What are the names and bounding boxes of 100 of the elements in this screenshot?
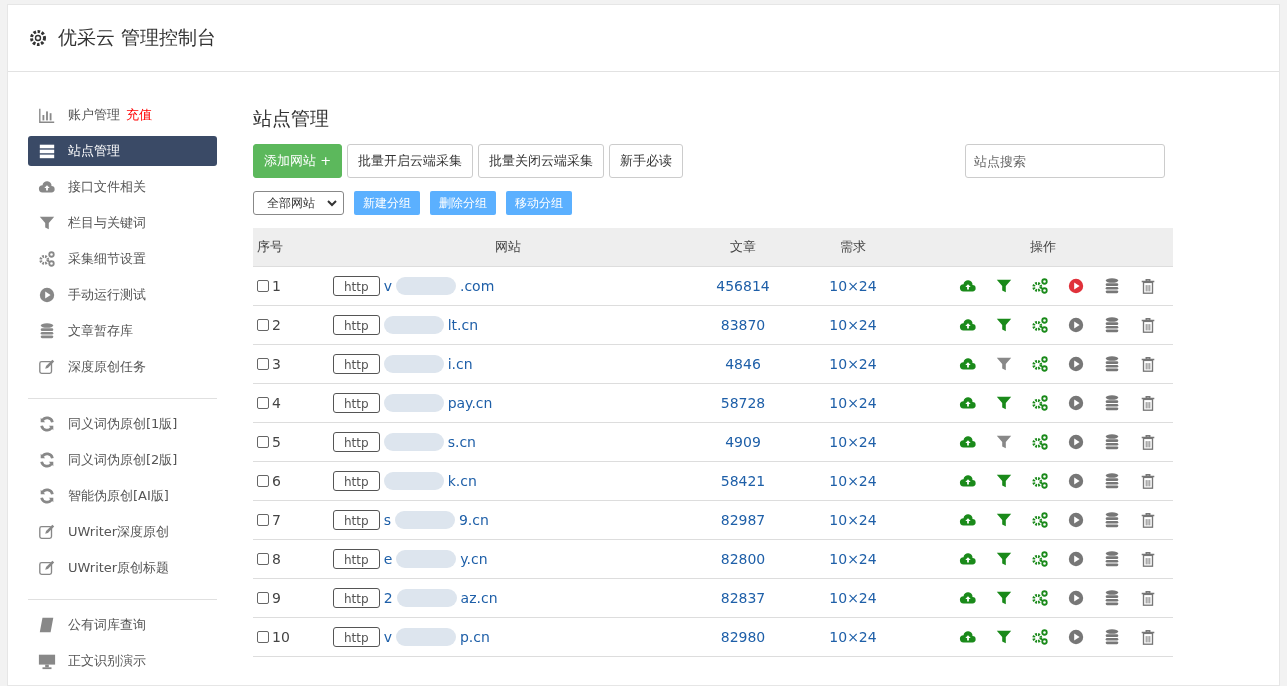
demand-value: 10×24 — [828, 590, 878, 606]
row-number: 9 — [272, 590, 281, 606]
scheme-tag: http — [333, 432, 380, 452]
article-count: 456814 — [715, 278, 771, 294]
site-text[interactable]: k.cn — [447, 473, 477, 489]
database-icon — [1103, 589, 1121, 607]
row-checkbox[interactable] — [257, 592, 269, 604]
row-checkbox[interactable] — [257, 631, 269, 643]
article-count: 83870 — [719, 317, 767, 333]
gears-icon — [1031, 394, 1049, 412]
trash-icon — [1139, 589, 1157, 607]
row-checkbox[interactable] — [257, 514, 269, 526]
gears-icon — [1031, 277, 1049, 295]
row-number: 6 — [272, 473, 281, 489]
row-number: 5 — [272, 434, 281, 450]
toolbar-button[interactable]: 新手必读 — [609, 144, 684, 178]
gears-icon — [1031, 316, 1049, 334]
sidebar-item[interactable]: 智能伪原创[AI版] — [28, 481, 217, 511]
trash-icon — [1139, 277, 1157, 295]
edit-icon — [38, 559, 56, 577]
sidebar-item[interactable]: 采集细节设置 — [28, 244, 217, 274]
filter-icon — [995, 433, 1013, 451]
site-text[interactable]: y.cn — [460, 551, 488, 567]
row-checkbox[interactable] — [257, 553, 269, 565]
scheme-tag: http — [333, 588, 380, 608]
edit-icon — [38, 358, 56, 376]
row-checkbox[interactable] — [257, 280, 269, 292]
play-icon — [1067, 472, 1085, 490]
sidebar-item[interactable]: 文章暂存库 — [28, 316, 217, 346]
site-text: v — [383, 278, 392, 294]
database-icon — [1103, 472, 1121, 490]
filter-icon — [995, 628, 1013, 646]
gears-icon — [1031, 550, 1049, 568]
filter-icon — [995, 355, 1013, 373]
row-number: 7 — [272, 512, 281, 528]
filter-icon — [38, 214, 56, 232]
play-icon — [1067, 511, 1085, 529]
trash-icon — [1139, 628, 1157, 646]
demand-value: 10×24 — [828, 395, 878, 411]
scheme-tag: http — [333, 510, 380, 530]
trash-icon — [1139, 316, 1157, 334]
sidebar-label: 深度原创任务 — [68, 358, 146, 376]
sidebar-item[interactable]: 同义词伪原创[2版] — [28, 445, 217, 475]
monitor-icon — [38, 652, 56, 670]
sidebar-item[interactable]: 正文识别演示 — [28, 646, 217, 676]
sidebar-item[interactable]: 公有词库查询 — [28, 610, 217, 640]
article-count: 82800 — [719, 551, 767, 567]
gears-icon — [38, 250, 56, 268]
site-text[interactable]: .com — [459, 278, 495, 294]
scheme-tag: http — [333, 549, 380, 569]
site-text[interactable]: p.cn — [459, 629, 490, 645]
site-text[interactable]: az.cn — [460, 590, 498, 606]
column-header: 网站 — [494, 238, 522, 256]
blurred-text — [383, 355, 444, 373]
search-field[interactable]: 站点搜索 — [965, 144, 1165, 178]
gears-icon — [1031, 628, 1049, 646]
site-text[interactable]: s.cn — [447, 434, 476, 450]
row-checkbox[interactable] — [257, 475, 269, 487]
site-text[interactable]: 9.cn — [458, 512, 489, 528]
row-checkbox[interactable] — [257, 397, 269, 409]
sidebar-item[interactable]: 接口文件相关 — [28, 172, 217, 202]
toolbar-button[interactable]: 批量关闭云端采集 — [478, 144, 605, 178]
sidebar-item[interactable]: 手动运行测试 — [28, 280, 217, 310]
row-number: 3 — [272, 356, 281, 372]
sidebar-item[interactable]: 账户管理 充值 — [28, 100, 217, 130]
sidebar-label: 同义词伪原创[2版] — [68, 451, 178, 469]
sidebar-item[interactable]: 站点管理 — [28, 136, 217, 166]
sidebar-item[interactable]: 深度原创任务 — [28, 352, 217, 382]
trash-icon — [1139, 511, 1157, 529]
row-number: 1 — [272, 278, 281, 294]
sidebar-item[interactable]: 同义词伪原创[1版] — [28, 409, 217, 439]
filter-icon — [995, 472, 1013, 490]
row-checkbox[interactable] — [257, 436, 269, 448]
row-checkbox[interactable] — [257, 358, 269, 370]
sidebar-label: 采集细节设置 — [68, 250, 146, 268]
filter-icon — [995, 316, 1013, 334]
scheme-tag: http — [333, 627, 380, 647]
sidebar-item[interactable]: 栏目与关键词 — [28, 208, 217, 238]
site-text[interactable]: pay.cn — [447, 395, 493, 411]
trash-icon — [1139, 355, 1157, 373]
play-icon — [1067, 433, 1085, 451]
sidebar-item[interactable]: UWriter原创标题 — [28, 553, 217, 583]
site-text[interactable]: lt.cn — [447, 317, 479, 333]
demand-value: 10×24 — [828, 512, 878, 528]
group-select[interactable]: 全部网站 — [253, 191, 344, 215]
play-icon — [1067, 316, 1085, 334]
trash-icon — [1139, 550, 1157, 568]
row-checkbox[interactable] — [257, 319, 269, 331]
blurred-text — [383, 316, 444, 334]
site-text[interactable]: i.cn — [447, 356, 473, 372]
refresh-icon — [38, 487, 56, 505]
gears-icon — [1031, 433, 1049, 451]
scheme-tag: http — [333, 276, 380, 296]
sidebar-item[interactable]: UWriter深度原创 — [28, 517, 217, 547]
toolbar-button[interactable]: 批量开启云端采集 — [347, 144, 474, 178]
blurred-text — [395, 628, 456, 646]
scheme-tag: http — [333, 354, 380, 374]
recharge-link[interactable]: 充值 — [126, 106, 152, 124]
play-icon — [1067, 277, 1085, 295]
sidebar-label: 公有词库查询 — [68, 616, 146, 634]
